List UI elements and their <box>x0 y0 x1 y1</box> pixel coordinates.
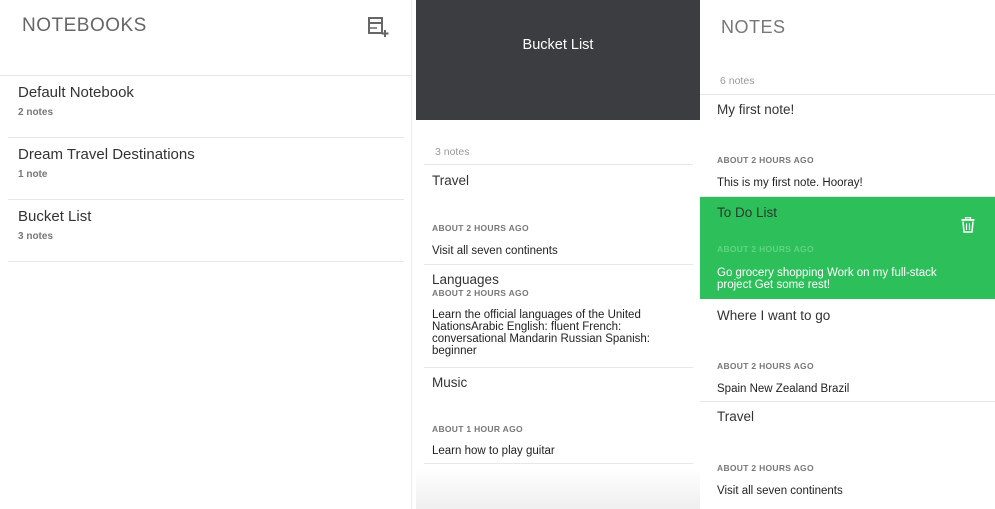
note-preview: Visit all seven continents <box>432 245 558 257</box>
notebook-note-list: Travel ABOUT 2 HOURS AGO Visit all seven… <box>424 164 693 464</box>
notebook-name: Default Notebook <box>18 84 134 101</box>
notebook-detail-panel: Bucket List 3 notes Travel ABOUT 2 HOURS… <box>416 0 700 509</box>
note-timestamp: ABOUT 1 HOUR AGO <box>432 424 523 434</box>
note-timestamp: ABOUT 2 HOURS AGO <box>717 244 814 254</box>
notes-title: NOTES <box>721 17 786 37</box>
note-title: Travel <box>432 173 470 188</box>
notebook-name: Bucket List <box>18 208 92 225</box>
notebook-name: Dream Travel Destinations <box>18 146 195 163</box>
note-title: Where I want to go <box>717 308 831 323</box>
notebook-list: Default Notebook 2 notes Dream Travel De… <box>8 76 404 262</box>
trash-icon[interactable] <box>961 216 975 233</box>
note-preview: Go grocery shopping Work on my full-stac… <box>717 267 937 291</box>
note-item[interactable]: My first note! ABOUT 2 HOURS AGO This is… <box>700 95 995 197</box>
notebook-detail-title: Bucket List <box>522 37 594 53</box>
notes-panel: NOTES 6 notes My first note! ABOUT 2 HOU… <box>700 0 995 509</box>
note-timestamp: ABOUT 2 HOURS AGO <box>432 288 529 298</box>
note-item[interactable]: Travel ABOUT 2 HOURS AGO Visit all seven… <box>424 165 693 265</box>
notebooks-header: NOTEBOOKS <box>0 0 412 76</box>
notebook-note-count: 3 notes <box>18 231 54 242</box>
note-item-selected[interactable]: To Do List ABOUT 2 HOURS AGO Go grocery … <box>700 197 995 299</box>
note-preview: This is my first note. Hooray! <box>717 177 863 189</box>
notebook-item[interactable]: Dream Travel Destinations 1 note <box>8 138 404 200</box>
note-timestamp: ABOUT 2 HOURS AGO <box>432 223 529 233</box>
note-title: Music <box>432 375 468 390</box>
note-item[interactable]: Languages ABOUT 2 HOURS AGO Learn the of… <box>424 265 693 368</box>
notes-count: 6 notes <box>720 75 755 87</box>
notebook-item[interactable]: Bucket List 3 notes <box>8 200 404 262</box>
note-preview: Learn how to play guitar <box>432 445 555 457</box>
note-title: Languages <box>432 272 499 287</box>
notebook-detail-note-count: 3 notes <box>435 146 470 158</box>
add-notebook-icon[interactable] <box>367 16 391 38</box>
note-item[interactable]: Where I want to go ABOUT 2 HOURS AGO Spa… <box>700 299 995 402</box>
notebooks-panel: NOTEBOOKS Default Notebook 2 notes Dream… <box>0 0 412 509</box>
note-timestamp: ABOUT 2 HOURS AGO <box>717 155 814 165</box>
note-title: To Do List <box>717 205 778 220</box>
notebook-note-count: 2 notes <box>18 107 54 118</box>
note-preview: Visit all seven continents <box>717 485 843 497</box>
note-preview: Learn the official languages of the Unit… <box>432 309 650 357</box>
note-title: Travel <box>717 409 755 424</box>
notebook-note-count: 1 note <box>18 169 48 180</box>
note-list: My first note! ABOUT 2 HOURS AGO This is… <box>700 94 995 508</box>
notebooks-title: NOTEBOOKS <box>22 15 147 36</box>
note-timestamp: ABOUT 2 HOURS AGO <box>717 463 814 473</box>
note-item[interactable]: Music ABOUT 1 HOUR AGO Learn how to play… <box>424 368 693 464</box>
note-timestamp: ABOUT 2 HOURS AGO <box>717 361 814 371</box>
note-preview: Spain New Zealand Brazil <box>717 383 850 395</box>
note-title: My first note! <box>717 102 795 117</box>
note-item[interactable]: Travel ABOUT 2 HOURS AGO Visit all seven… <box>700 402 995 508</box>
notebook-detail-header: Bucket List <box>416 0 700 120</box>
notebook-item[interactable]: Default Notebook 2 notes <box>8 76 404 138</box>
